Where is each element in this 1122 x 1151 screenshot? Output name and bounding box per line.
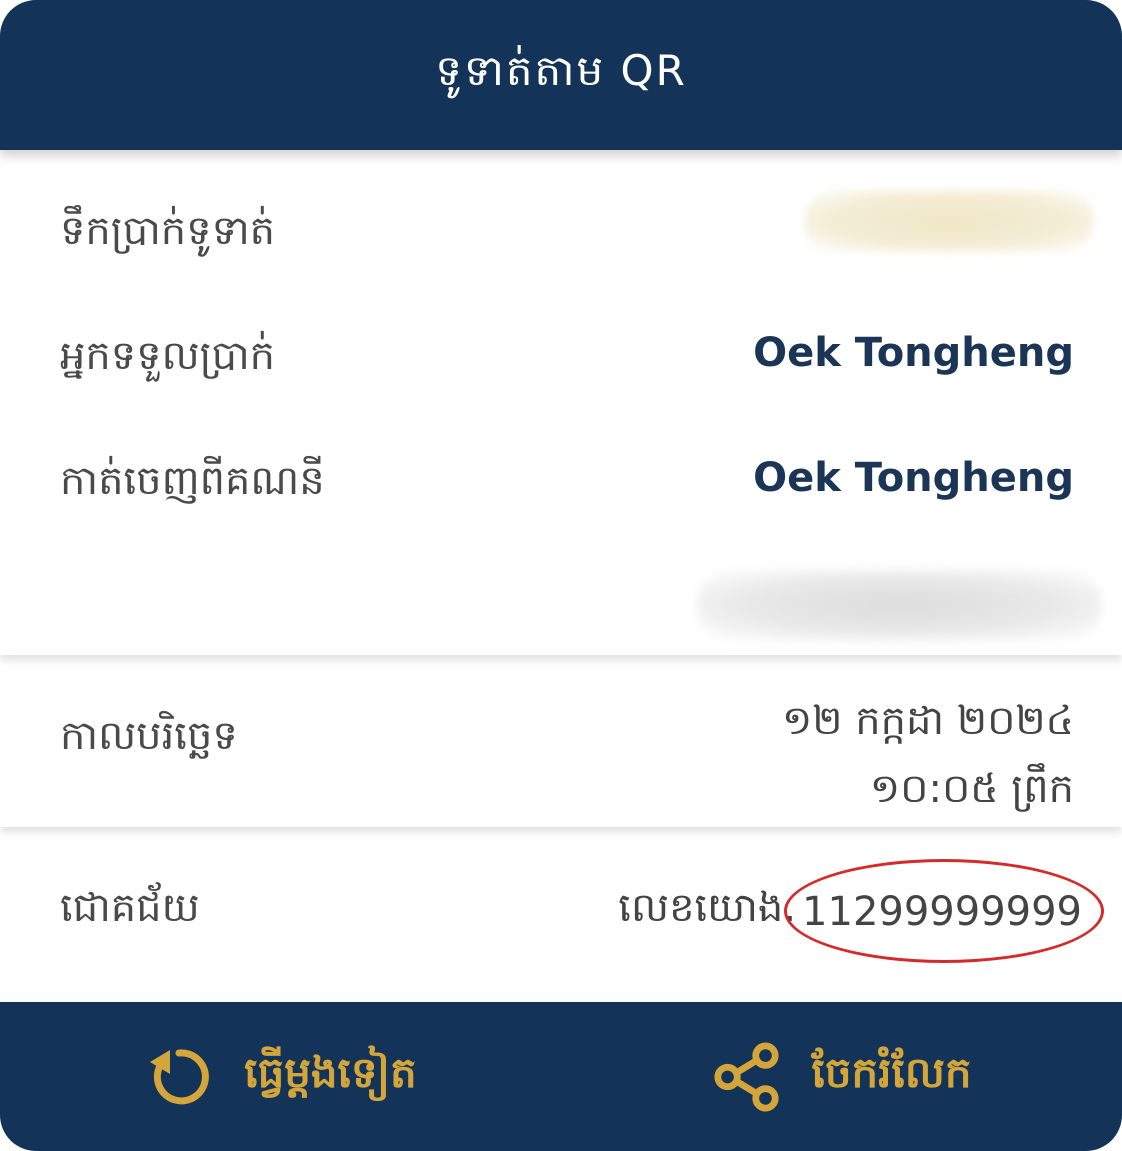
reference-row: លេខយោង. 11299999999 [618, 858, 1104, 963]
receiver-value: Oek Tongheng [753, 330, 1074, 376]
reference-prefix: លេខយោង. [618, 885, 797, 931]
retry-button[interactable]: ធ្វើម្តងទៀត [0, 1002, 561, 1151]
share-button[interactable]: ចែករំលែក [561, 1002, 1122, 1151]
status-label: ជោគជ័យ [60, 885, 200, 931]
payment-receipt-card: ទូទាត់តាម QR ទឹកប្រាក់ទូទាត់ អ្នកទទួលប្រ… [0, 0, 1122, 1151]
refresh-icon [144, 1042, 214, 1112]
time-value: ១០:០៥ ព្រឹក [869, 766, 1074, 812]
account-number-redacted [697, 570, 1102, 640]
receiver-label: អ្នកទទួលប្រាក់ [60, 333, 276, 379]
datetime-section: កាលបរិច្ឆេទ ១២ កក្កដា ២០២៤ ១០:០៥ ព្រឹក [0, 655, 1122, 827]
reference-number: 11299999999 [784, 858, 1104, 963]
amount-label: ទឹកប្រាក់ទូទាត់ [60, 208, 276, 254]
footer-action-bar: ធ្វើម្តងទៀត ចែករំលែក [0, 1002, 1122, 1151]
amount-value-redacted [804, 190, 1094, 252]
header-bar: ទូទាត់តាម QR [0, 0, 1122, 150]
share-icon [712, 1041, 782, 1112]
from-account-value: Oek Tongheng [753, 455, 1074, 501]
transfer-details-section: ទឹកប្រាក់ទូទាត់ អ្នកទទួលប្រាក់ Oek Tongh… [0, 150, 1122, 655]
date-value: ១២ កក្កដា ២០២៤ [781, 698, 1074, 744]
from-account-label: កាត់ចេញពីគណនី [60, 458, 325, 504]
retry-label: ធ្វើម្តងទៀត [244, 1047, 417, 1097]
date-label: កាលបរិច្ឆេទ [60, 713, 238, 759]
page-title: ទូទាត់តាម QR [435, 46, 687, 95]
status-section: ជោគជ័យ លេខយោង. 11299999999 [0, 827, 1122, 1002]
share-label: ចែករំលែក [811, 1047, 972, 1097]
